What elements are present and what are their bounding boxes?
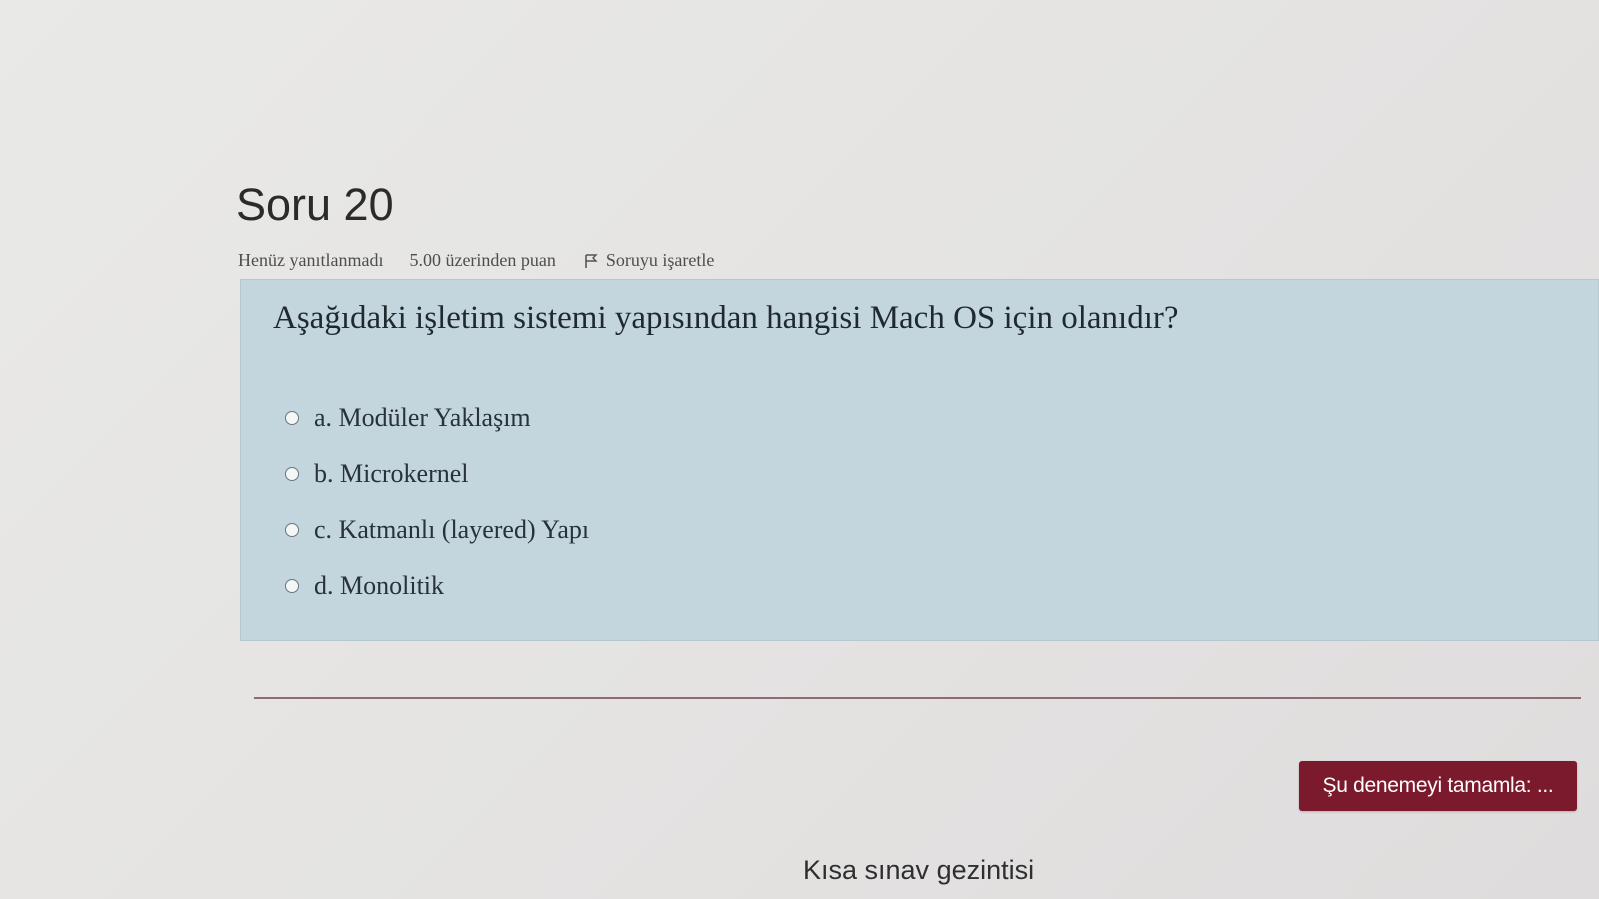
answer-option-b[interactable]: b. Microkernel xyxy=(285,446,589,502)
answer-b-radio[interactable] xyxy=(285,467,299,481)
answer-a-label[interactable]: a. Modüler Yaklaşım xyxy=(314,403,531,433)
question-info: Henüz yanıtlanmadı 5.00 üzerinden puan S… xyxy=(238,250,714,271)
answer-options: a. Modüler Yaklaşım b. Microkernel c. Ka… xyxy=(285,390,589,614)
question-status: Henüz yanıtlanmadı xyxy=(238,250,384,270)
answer-d-radio[interactable] xyxy=(285,579,299,593)
answer-c-label[interactable]: c. Katmanlı (layered) Yapı xyxy=(314,515,589,545)
section-divider xyxy=(254,697,1581,699)
question-number-title: Soru 20 xyxy=(236,179,394,230)
finish-attempt-button[interactable]: Şu denemeyi tamamla: ... xyxy=(1299,761,1577,811)
quiz-page: Soru 20 Henüz yanıtlanmadı 5.00 üzerinde… xyxy=(0,0,1599,899)
answer-option-c[interactable]: c. Katmanlı (layered) Yapı xyxy=(285,502,589,558)
answer-option-a[interactable]: a. Modüler Yaklaşım xyxy=(285,390,589,446)
answer-b-label[interactable]: b. Microkernel xyxy=(314,459,469,489)
question-grade: 5.00 üzerinden puan xyxy=(409,250,556,270)
flag-icon xyxy=(584,253,598,269)
question-text: Aşağıdaki işletim sistemi yapısından han… xyxy=(273,300,1179,336)
flag-question-label: Soruyu işaretle xyxy=(605,250,715,270)
flag-question-link[interactable]: Soruyu işaretle xyxy=(584,250,714,271)
answer-c-radio[interactable] xyxy=(285,523,299,537)
answer-a-radio[interactable] xyxy=(285,411,299,425)
answer-d-label[interactable]: d. Monolitik xyxy=(314,571,444,601)
quiz-navigation-title: Kısa sınav gezintisi xyxy=(803,855,1035,885)
answer-option-d[interactable]: d. Monolitik xyxy=(285,558,589,614)
question-content-box: Aşağıdaki işletim sistemi yapısından han… xyxy=(240,279,1599,641)
